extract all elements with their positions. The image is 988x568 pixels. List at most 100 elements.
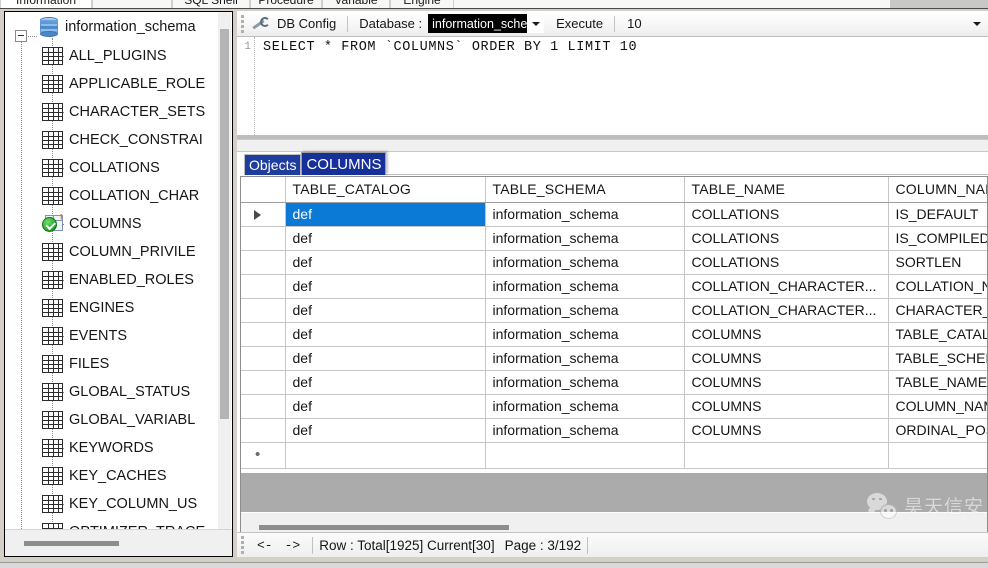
table-cell[interactable]: information_schema (485, 346, 685, 371)
table-cell[interactable]: CHARACTER_S (888, 298, 987, 323)
table-row[interactable]: def information_schema COLUMNS TABLE_NAME (241, 370, 987, 395)
tree-horizontal-scrollbar[interactable] (5, 529, 232, 556)
row-marker-cell[interactable] (241, 202, 286, 227)
limit-chevron-down-icon[interactable] (969, 15, 985, 33)
table-cell[interactable]: information_schema (485, 226, 685, 251)
table-cell[interactable]: def (285, 202, 486, 227)
col-header-rowmarker[interactable] (241, 177, 286, 203)
table-row[interactable]: def information_schema COLUMNS ORDINAL_POS (241, 418, 987, 443)
table-cell[interactable]: COLLATIONS (684, 226, 889, 251)
table-cell[interactable]: information_schema (485, 298, 685, 323)
table-row[interactable]: def information_schema COLLATIONS IS_COMPIL… (241, 226, 987, 251)
table-cell[interactable]: information_schema (485, 418, 685, 443)
table-cell[interactable]: COLUMNS (684, 394, 889, 419)
result-grid[interactable]: TABLE_CATALOG TABLE_SCHEMA TABLE_NAME CO… (240, 176, 988, 541)
toolbar-gripper-icon[interactable] (239, 14, 248, 33)
row-marker-cell[interactable] (241, 226, 286, 251)
table-cell[interactable] (285, 442, 486, 469)
grid-horizontal-scroll-thumb[interactable] (259, 525, 509, 530)
table-row[interactable]: def information_schema COLLATIONS IS_DEFAUL… (241, 202, 987, 227)
sql-query-text[interactable]: SELECT * FROM `COLUMNS` ORDER BY 1 LIMIT… (263, 40, 637, 55)
col-header-table-name[interactable]: TABLE_NAME (684, 177, 889, 203)
row-marker-cell[interactable] (241, 346, 286, 371)
table-cell[interactable] (684, 442, 889, 469)
tree-vertical-scrollbar[interactable] (218, 12, 231, 529)
schema-treeview[interactable]: information_schema ALL_PLUGINS APPLICABLE… (5, 12, 219, 529)
next-page-button[interactable]: -> (279, 538, 307, 553)
table-cell[interactable]: TABLE_CATALO (888, 322, 987, 347)
editor-vertical-scrollbar[interactable] (973, 37, 988, 139)
row-marker-cell[interactable] (241, 322, 286, 347)
db-config-button[interactable]: DB Config (271, 13, 342, 35)
table-cell[interactable]: COLUMNS (684, 322, 889, 347)
chevron-down-icon[interactable] (527, 14, 545, 33)
row-marker-cell[interactable] (241, 298, 286, 323)
tree-node-global-status[interactable]: GLOBAL_STATUS (5, 378, 219, 406)
tree-node-key-caches[interactable]: KEY_CACHES (5, 462, 219, 490)
table-new-row[interactable]: • (241, 442, 987, 469)
row-marker-cell[interactable] (241, 394, 286, 419)
tree-vertical-scroll-thumb[interactable] (220, 29, 229, 419)
row-marker-cell[interactable] (241, 418, 286, 443)
tree-node-check-constrai[interactable]: CHECK_CONSTRAI (5, 126, 219, 225)
col-header-column-name[interactable]: COLUMN_NAME (888, 177, 987, 203)
limit-select-value[interactable]: 10 (620, 16, 641, 31)
top-tab-variable[interactable]: Variable (322, 0, 390, 8)
row-marker-cell[interactable] (241, 370, 286, 395)
editor-scroll-track[interactable] (973, 37, 988, 139)
table-cell[interactable]: information_schema (485, 370, 685, 395)
table-row[interactable]: def information_schema COLUMNS TABLE_SCHEM (241, 346, 987, 371)
table-cell[interactable]: COLUMNS (684, 370, 889, 395)
tree-node-all-plugins[interactable]: ALL_PLUGINS (5, 42, 219, 70)
table-cell[interactable]: information_schema (485, 202, 685, 227)
table-cell[interactable]: COLLATION_N (888, 274, 987, 299)
tree-node-column-privile[interactable]: COLUMN_PRIVILE (5, 238, 219, 449)
table-cell[interactable]: def (285, 226, 486, 251)
col-header-table-schema[interactable]: TABLE_SCHEMA (485, 177, 685, 203)
tree-node-collation-char[interactable]: COLLATION_CHAR (5, 182, 219, 337)
top-tab-procedure[interactable]: Procedure (250, 0, 322, 8)
panel-splitter[interactable] (237, 139, 988, 152)
table-cell[interactable]: def (285, 298, 486, 323)
table-row[interactable]: definformation_schemaCOLUMNSTABLE_CATALO (241, 322, 987, 347)
tab-columns[interactable]: COLUMNS (301, 152, 387, 175)
table-row[interactable]: def information_schema COLUMNS COLUMN_NAM (241, 394, 987, 419)
tree-node-files[interactable]: FILES (5, 350, 219, 378)
table-cell[interactable]: TABLE_NAME (888, 370, 987, 395)
table-cell[interactable]: information_schema (485, 322, 685, 347)
table-cell[interactable]: information_schema (485, 250, 685, 275)
top-tab-information[interactable]: Information (0, 0, 92, 8)
table-cell[interactable]: def (285, 250, 486, 275)
table-cell[interactable]: COLUMNS (684, 418, 889, 443)
table-cell[interactable]: def (285, 370, 486, 395)
table-cell[interactable] (485, 442, 685, 469)
table-cell[interactable] (888, 442, 987, 469)
table-cell[interactable]: def (285, 274, 486, 299)
tree-node-key-column-us[interactable]: KEY_COLUMN_US (5, 490, 219, 518)
table-cell[interactable]: COLLATION_CHARACTER... (684, 274, 889, 299)
table-cell[interactable]: SORTLEN (888, 250, 987, 275)
tree-node-events[interactable]: EVENTS (5, 322, 219, 350)
table-cell[interactable]: COLUMNS (684, 346, 889, 371)
table-cell[interactable]: def (285, 346, 486, 371)
table-cell[interactable]: def (285, 394, 486, 419)
table-cell[interactable]: def (285, 322, 486, 347)
row-marker-cell[interactable] (241, 250, 286, 275)
tree-node-keywords[interactable]: KEYWORDS (5, 434, 219, 462)
tree-node-collations[interactable]: COLLATIONS (5, 154, 219, 281)
tree-node-global-variabl[interactable]: GLOBAL_VARIABL (5, 406, 219, 434)
top-tab-sql-shell[interactable]: SQL Shell (172, 0, 250, 8)
tree-node-applicable-role[interactable]: APPLICABLE_ROLE (5, 70, 219, 113)
tree-expander-icon[interactable] (15, 30, 27, 42)
sql-editor[interactable]: 1 SELECT * FROM `COLUMNS` ORDER BY 1 LIM… (237, 37, 988, 139)
tree-node-character-sets[interactable]: CHARACTER_SETS (5, 98, 219, 169)
table-cell[interactable]: ORDINAL_POS (888, 418, 987, 443)
tree-node-information-schema[interactable]: information_schema (5, 12, 219, 42)
table-cell[interactable]: IS_COMPILED (888, 226, 987, 251)
table-cell[interactable]: information_schema (485, 394, 685, 419)
table-cell[interactable]: COLLATION_CHARACTER... (684, 298, 889, 323)
top-tab-blank[interactable] (92, 0, 172, 8)
tab-objects[interactable]: Objects (244, 154, 302, 175)
table-cell[interactable]: TABLE_SCHEM (888, 346, 987, 371)
row-marker-cell[interactable] (241, 274, 286, 299)
